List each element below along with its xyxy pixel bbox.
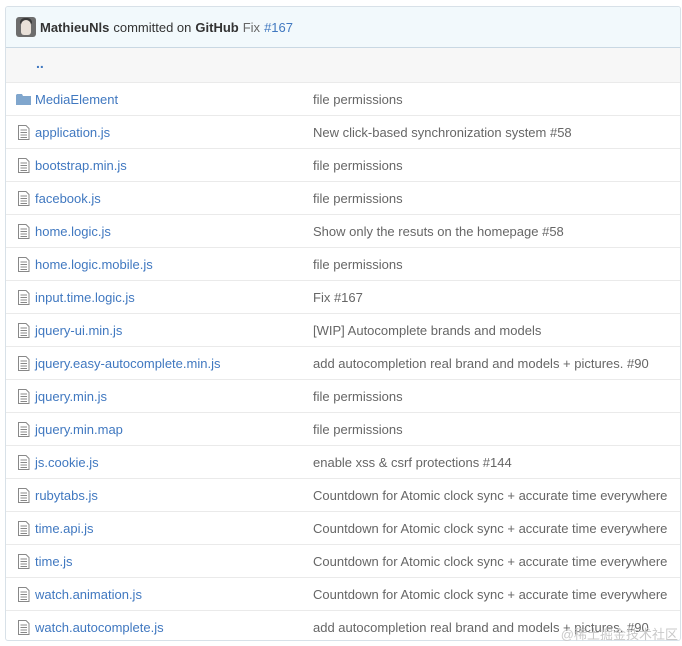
- commit-issue-link[interactable]: #167: [264, 20, 293, 35]
- commit-message-link[interactable]: Show only the resuts on the homepage #58: [313, 224, 564, 239]
- file-row[interactable]: bootstrap.min.js file permissions: [6, 148, 680, 181]
- file-row[interactable]: home.logic.mobile.js file permissions: [6, 247, 680, 280]
- file-list: MediaElement file permissions application.…: [6, 82, 680, 640]
- commit-message-link[interactable]: Countdown for Atomic clock sync + accura…: [313, 587, 667, 602]
- file-name-link[interactable]: js.cookie.js: [35, 455, 99, 470]
- commit-message-link[interactable]: file permissions: [313, 92, 403, 107]
- file-name-link[interactable]: time.js: [35, 554, 73, 569]
- commit-message-link[interactable]: Countdown for Atomic clock sync + accura…: [313, 488, 667, 503]
- commit-message-link[interactable]: file permissions: [313, 389, 403, 404]
- commit-message-link[interactable]: file permissions: [313, 191, 403, 206]
- file-row[interactable]: jquery-ui.min.js [WIP] Autocomplete brand…: [6, 313, 680, 346]
- commit-message-link[interactable]: Countdown for Atomic clock sync + accura…: [313, 521, 667, 536]
- file-name-link[interactable]: time.api.js: [35, 521, 94, 536]
- file-icon: [16, 356, 31, 371]
- file-name-link[interactable]: watch.autocomplete.js: [35, 620, 164, 635]
- file-name-link[interactable]: facebook.js: [35, 191, 101, 206]
- commit-author[interactable]: MathieuNls: [40, 20, 109, 35]
- commit-message-link[interactable]: [WIP] Autocomplete brands and models: [313, 323, 541, 338]
- author-avatar[interactable]: [16, 17, 36, 37]
- file-icon: [16, 488, 31, 503]
- file-name-link[interactable]: home.logic.mobile.js: [35, 257, 153, 272]
- file-name-link[interactable]: home.logic.js: [35, 224, 111, 239]
- file-name-link[interactable]: jquery.easy-autocomplete.min.js: [35, 356, 220, 371]
- file-name-link[interactable]: jquery-ui.min.js: [35, 323, 122, 338]
- file-row[interactable]: js.cookie.js enable xss & csrf protection…: [6, 445, 680, 478]
- file-icon: [16, 158, 31, 173]
- watermark: @稀土掘金技术社区: [560, 627, 678, 642]
- file-icon: [16, 554, 31, 569]
- file-row[interactable]: rubytabs.js Countdown for Atomic clock sy…: [6, 478, 680, 511]
- parent-directory-row[interactable]: ..: [6, 48, 680, 82]
- file-row[interactable]: home.logic.js Show only the resuts on the…: [6, 214, 680, 247]
- file-name-link[interactable]: input.time.logic.js: [35, 290, 135, 305]
- file-icon: [16, 620, 31, 635]
- file-row[interactable]: jquery.min.map file permissions: [6, 412, 680, 445]
- file-icon: [16, 389, 31, 404]
- file-browser: MathieuNls committed on GitHub Fix #167 …: [5, 6, 681, 641]
- commit-message-link[interactable]: New click-based synchronization system #…: [313, 125, 572, 140]
- file-name-link[interactable]: jquery.min.map: [35, 422, 123, 437]
- commit-site: GitHub: [195, 19, 239, 35]
- commit-message-link[interactable]: Countdown for Atomic clock sync + accura…: [313, 554, 667, 569]
- file-row[interactable]: MediaElement file permissions: [6, 82, 680, 115]
- file-row[interactable]: time.api.js Countdown for Atomic clock sy…: [6, 511, 680, 544]
- file-icon: [16, 125, 31, 140]
- file-row[interactable]: facebook.js file permissions: [6, 181, 680, 214]
- folder-icon: [16, 92, 31, 107]
- commit-message-link[interactable]: file permissions: [313, 422, 403, 437]
- file-icon: [16, 191, 31, 206]
- file-icon: [16, 521, 31, 536]
- file-icon: [16, 422, 31, 437]
- file-name-link[interactable]: application.js: [35, 125, 110, 140]
- commit-message-link[interactable]: enable xss & csrf protections #144: [313, 455, 512, 470]
- file-icon: [16, 587, 31, 602]
- file-name-link[interactable]: rubytabs.js: [35, 488, 98, 503]
- file-row[interactable]: watch.animation.js Countdown for Atomic c…: [6, 577, 680, 610]
- file-name-link[interactable]: MediaElement: [35, 92, 118, 107]
- commit-action-text: committed on: [113, 19, 192, 35]
- commit-message-link[interactable]: file permissions: [313, 158, 403, 173]
- file-row[interactable]: time.js Countdown for Atomic clock sync +…: [6, 544, 680, 577]
- file-icon: [16, 323, 31, 338]
- file-name-link[interactable]: jquery.min.js: [35, 389, 107, 404]
- file-icon: [16, 455, 31, 470]
- file-row[interactable]: jquery.min.js file permissions: [6, 379, 680, 412]
- commit-message-link[interactable]: file permissions: [313, 257, 403, 272]
- commit-bar: MathieuNls committed on GitHub Fix #167: [6, 7, 680, 48]
- file-row[interactable]: jquery.easy-autocomplete.min.js add autoc…: [6, 346, 680, 379]
- file-row[interactable]: input.time.logic.js Fix #167: [6, 280, 680, 313]
- commit-message-link[interactable]: add autocompletion real brand and models…: [313, 356, 649, 371]
- file-name-link[interactable]: watch.animation.js: [35, 587, 142, 602]
- file-name-link[interactable]: bootstrap.min.js: [35, 158, 127, 173]
- file-icon: [16, 290, 31, 305]
- parent-directory-link[interactable]: ..: [36, 55, 44, 71]
- commit-message[interactable]: Fix: [243, 20, 260, 35]
- commit-message-link[interactable]: Fix #167: [313, 290, 363, 305]
- file-row[interactable]: application.js New click-based synchroniz…: [6, 115, 680, 148]
- file-icon: [16, 257, 31, 272]
- file-icon: [16, 224, 31, 239]
